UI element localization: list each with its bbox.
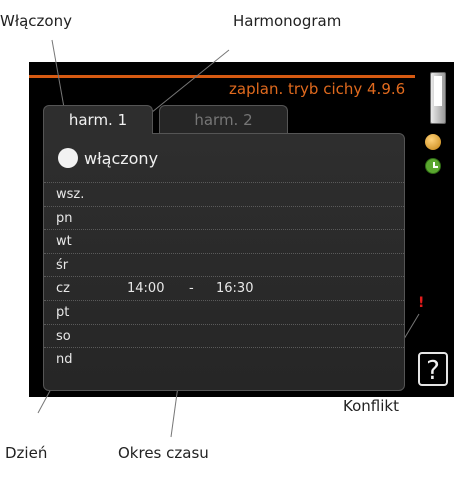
- end-time[interactable]: 16:30: [216, 281, 253, 296]
- day-label: wsz.: [56, 187, 85, 202]
- toggle-radio-icon[interactable]: [58, 148, 78, 168]
- day-label: so: [56, 328, 71, 344]
- time-separator: -: [189, 281, 194, 297]
- leader-harmonogram: [140, 49, 230, 122]
- toggle-label: włączony: [84, 148, 159, 168]
- tab-harm-1[interactable]: harm. 1: [43, 105, 153, 134]
- day-row[interactable]: nd: [44, 347, 404, 371]
- day-label: pt: [56, 304, 70, 320]
- day-label: pn: [56, 210, 73, 226]
- day-row[interactable]: wt: [44, 229, 404, 253]
- day-row[interactable]: pt: [44, 299, 404, 324]
- day-row[interactable]: pn: [44, 205, 404, 230]
- day-label: śr: [56, 257, 69, 273]
- day-row[interactable]: cz 14:00 - 16:30: [44, 276, 404, 300]
- day-row[interactable]: śr: [44, 252, 404, 277]
- start-time[interactable]: 14:00: [127, 281, 164, 296]
- schedule-panel: włączony wsz. pn wt śr cz 14:00 - 16:30 …: [43, 133, 405, 391]
- day-label: cz: [56, 281, 70, 297]
- day-list: wsz. pn wt śr cz 14:00 - 16:30 pt so nd: [44, 182, 404, 371]
- enable-toggle[interactable]: włączony: [58, 148, 158, 168]
- day-row[interactable]: so: [44, 323, 404, 348]
- day-label: nd: [56, 352, 73, 368]
- day-row[interactable]: wsz.: [44, 182, 404, 206]
- day-label: wt: [56, 234, 72, 250]
